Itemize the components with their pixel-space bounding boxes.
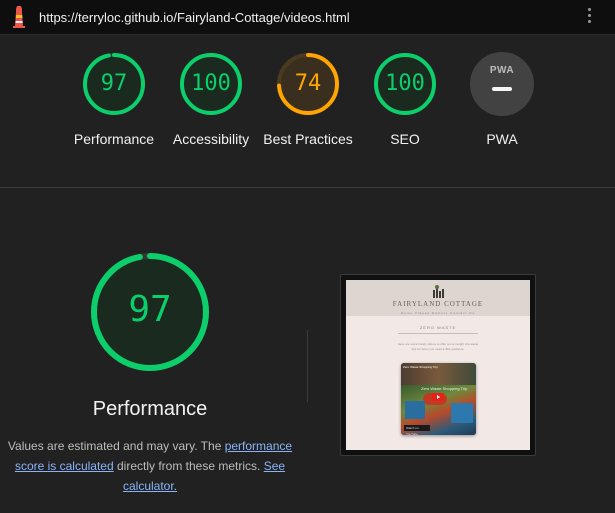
preview-nav: Home Videos Gallery Contact Us <box>401 311 475 315</box>
performance-score: 97 <box>100 71 128 96</box>
preview-video: Zero Waste Shopping Trip Zero Waste Shop… <box>401 363 476 435</box>
accessibility-gauge[interactable]: 100 <box>179 52 243 116</box>
best-practices-score: 74 <box>294 71 322 96</box>
performance-description: Values are estimated and may vary. The p… <box>7 439 293 493</box>
performance-title: Performance <box>92 398 208 420</box>
preview-video-title: Zero Waste Shopping Trip <box>403 365 438 369</box>
lighthouse-icon <box>13 6 25 28</box>
cottage-logo-icon <box>433 285 444 298</box>
url-bar: https://terryloc.github.io/Fairyland-Cot… <box>0 0 615 35</box>
preview-carousel-dots <box>428 440 448 444</box>
pwa-dash-icon <box>492 87 512 91</box>
performance-main-gauge: 97 <box>89 251 211 373</box>
vertical-divider <box>307 330 308 402</box>
accessibility-score: 100 <box>191 71 231 96</box>
preview-header: FAIRYLAND COTTAGE Home Videos Gallery Co… <box>346 280 530 316</box>
page-url: https://terryloc.github.io/Fairyland-Cot… <box>39 10 350 25</box>
kebab-menu-icon[interactable] <box>585 8 593 26</box>
performance-main-score: 97 <box>128 289 172 330</box>
page-screenshot-preview[interactable]: FAIRYLAND COTTAGE Home Videos Gallery Co… <box>340 274 536 456</box>
preview-section-title: ZERO WASTE <box>419 325 457 330</box>
preview-video-overlay: Zero Waste Shopping Trip <box>421 386 468 391</box>
youtube-play-icon <box>432 393 444 401</box>
preview-paragraph: Here are some handy videos to offer some… <box>397 342 479 351</box>
pwa-badge-text: PWA <box>489 65 515 76</box>
seo-gauge[interactable]: 100 <box>373 52 437 116</box>
performance-gauge[interactable]: 97 <box>82 52 146 116</box>
preview-watch-button: Watch on YouTube <box>404 425 430 435</box>
pwa-badge-icon[interactable]: PWA <box>470 52 534 116</box>
pwa-label: PWA <box>486 131 518 147</box>
preview-brand: FAIRYLAND COTTAGE <box>392 300 484 308</box>
section-divider <box>0 187 615 188</box>
best-practices-gauge[interactable]: 74 <box>276 52 340 116</box>
seo-score: 100 <box>385 71 425 96</box>
